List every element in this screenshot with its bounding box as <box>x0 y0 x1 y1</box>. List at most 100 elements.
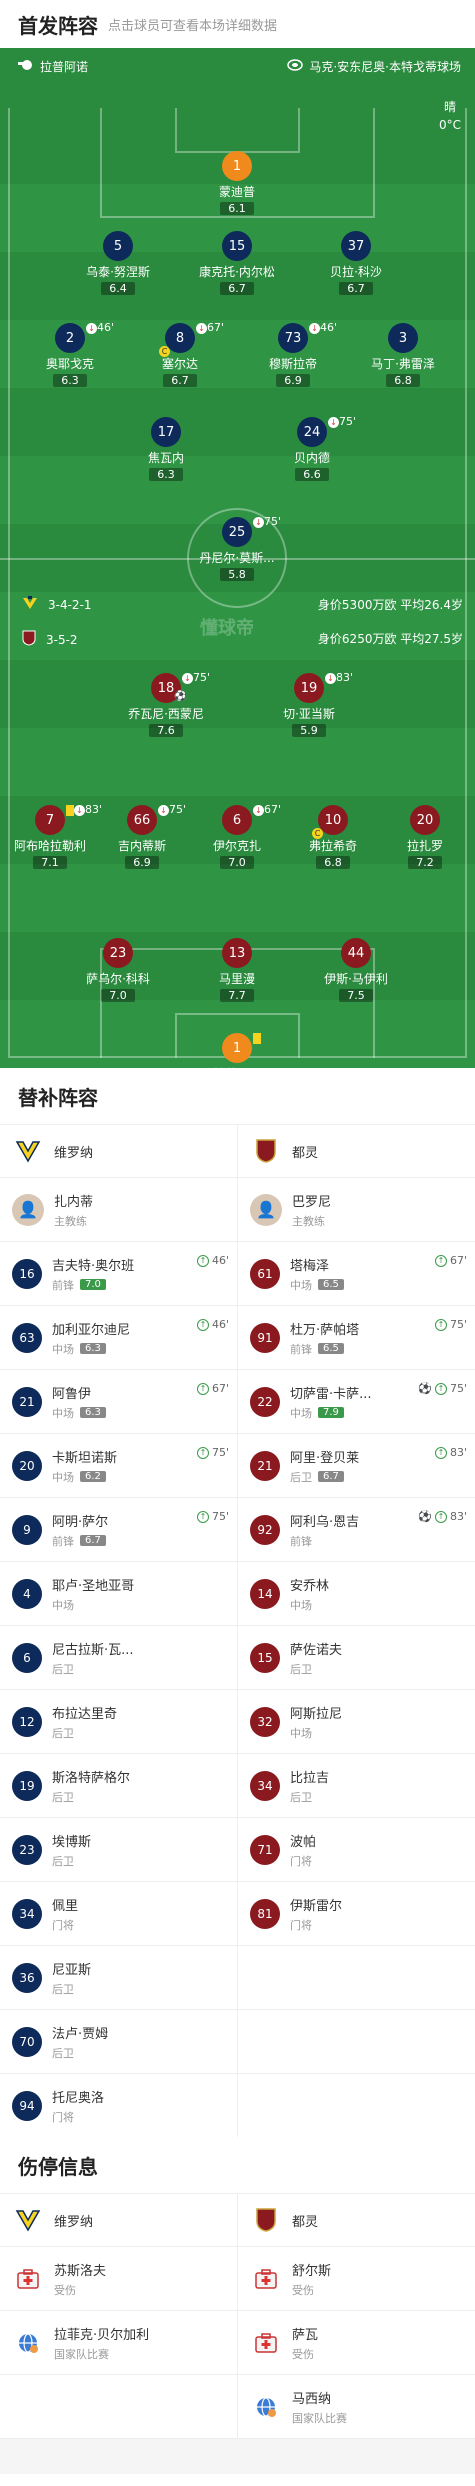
player-name: 阿布哈拉勒利 <box>13 839 86 853</box>
injured-player[interactable]: 马西纳 国家队比赛 <box>237 2375 475 2438</box>
player-rating: 7.0 <box>101 989 135 1002</box>
sub-player[interactable]: 21 阿鲁伊 中场 6.3 ↑ 67' <box>0 1370 237 1433</box>
player-position: 中场 <box>52 1342 74 1356</box>
sub-player[interactable]: 23 埃博斯 后卫 <box>0 1818 237 1881</box>
player-name: 佩里 <box>52 1898 79 1914</box>
home-player[interactable]: 37 贝拉·科沙 6.7 <box>296 231 416 295</box>
sub-event: ↑ 67' <box>434 1254 467 1267</box>
player-event: ↓ 46' <box>309 321 337 334</box>
sub-event: ↑ 67' <box>196 1382 229 1395</box>
player-rating: 7.7 <box>220 989 254 1002</box>
injured-player[interactable]: 苏斯洛夫 受伤 <box>0 2247 237 2310</box>
sub-player[interactable]: 32 阿斯拉尼 中场 <box>237 1690 475 1753</box>
sub-player[interactable]: 21 阿里·登贝莱 后卫 6.7 ↑ 83' <box>237 1434 475 1497</box>
subs-home-team[interactable]: 维罗纳 <box>0 1125 237 1177</box>
subs-row: 21 阿鲁伊 中场 6.3 ↑ 67' 22 切萨雷·卡萨... 中场 7.9 ⚽ ↑ 75' <box>0 1369 475 1433</box>
player-number: 17 <box>151 417 181 447</box>
home-player[interactable]: 1 蒙迪普 6.1 <box>177 151 297 215</box>
home-coach[interactable]: 👤 扎内蒂 主教练 <box>0 1178 237 1241</box>
sub-player[interactable]: 14 安乔林 中场 <box>237 1562 475 1625</box>
home-player[interactable]: 17 焦瓦内 6.3 <box>106 417 226 481</box>
sub-player[interactable]: 94 托尼奥洛 门将 <box>0 2074 237 2137</box>
sub-player[interactable]: 81 伊斯雷尔 门将 <box>237 1882 475 1945</box>
player-number: 94 <box>12 2090 42 2121</box>
sub-event: ↑ 46' <box>196 1254 229 1267</box>
away-player[interactable]: 1帕莱亚里6.9 <box>177 1032 297 1068</box>
sub-out-icon: ↓ <box>182 672 193 684</box>
away-player[interactable]: 20 拉扎罗 7.2 <box>365 805 475 869</box>
player-rating: 7.0 <box>220 856 254 869</box>
injuries-away-team[interactable]: 都灵 <box>237 2194 475 2246</box>
player-position: 后卫 <box>52 1790 74 1804</box>
home-player[interactable]: 15 康克托·内尔松 6.7 <box>177 231 297 295</box>
sub-player[interactable]: 71 波帕 门将 <box>237 1818 475 1881</box>
home-player[interactable]: 3 马丁·弗雷泽 6.8 <box>343 323 463 387</box>
home-player[interactable]: 24 ↓ 75' 贝内德 6.6 <box>252 415 372 481</box>
sub-player[interactable]: 19 斯洛特萨格尔 后卫 <box>0 1754 237 1817</box>
player-number: 9 <box>12 1514 42 1545</box>
away-coach[interactable]: 👤 巴罗尼 主教练 <box>237 1178 475 1241</box>
away-player[interactable]: 18 ↓ 75' ⚽ 乔瓦尼·西蒙尼 7.6 <box>106 671 226 737</box>
player-number: 23 <box>12 1834 42 1865</box>
sub-player[interactable]: 36 尼亚斯 后卫 <box>0 1946 237 2009</box>
player-event: ↓ 46' <box>86 321 114 334</box>
player-rating: 6.7 <box>318 1471 344 1482</box>
away-player[interactable]: 23 萨乌尔·科科 7.0 <box>58 938 178 1002</box>
sub-player[interactable]: 15 萨佐诺夫 后卫 <box>237 1626 475 1689</box>
empty-cell <box>237 2010 475 2073</box>
player-rating: 6.2 <box>80 1471 106 1482</box>
event-minute: 46' <box>211 1318 229 1331</box>
home-player[interactable]: 73 ↓ 46' 穆斯拉帝 6.9 <box>233 321 353 387</box>
sub-player[interactable]: 4 耶卢·圣地亚哥 中场 <box>0 1562 237 1625</box>
sub-player[interactable]: 20 卡斯坦诺斯 中场 6.2 ↑ 75' <box>0 1434 237 1497</box>
player-number: 1 <box>222 1033 252 1063</box>
player-number: 25 <box>222 517 252 547</box>
home-player[interactable]: 8 C ↓ 67' 塞尔达 6.7 <box>120 321 240 387</box>
away-player[interactable]: 13 马里漫 7.7 <box>177 938 297 1002</box>
player-name: 吉内蒂斯 <box>117 839 166 853</box>
sub-player[interactable]: 34 比拉吉 后卫 <box>237 1754 475 1817</box>
watermark: 懂球帝 <box>200 618 254 639</box>
sub-player[interactable]: 92 阿利乌·恩吉 前锋 ⚽ ↑ 83' <box>237 1498 475 1561</box>
injured-player[interactable]: 萨瓦 受伤 <box>237 2311 475 2374</box>
away-player[interactable]: 19 ↓ 83' 切·亚当斯 5.9 <box>249 671 369 737</box>
injured-player[interactable]: 舒尔斯 受伤 <box>237 2247 475 2310</box>
subs-away-team[interactable]: 都灵 <box>237 1125 475 1177</box>
sub-player[interactable]: 22 切萨雷·卡萨... 中场 7.9 ⚽ ↑ 75' <box>237 1370 475 1433</box>
home-player[interactable]: 5 乌泰·努涅斯 6.4 <box>58 231 178 295</box>
player-number: 63 <box>12 1322 42 1353</box>
injuries-home-team[interactable]: 维罗纳 <box>0 2194 237 2246</box>
sub-player[interactable]: 12 布拉达里奇 后卫 <box>0 1690 237 1753</box>
home-formation-value: 3-4-2-1 <box>48 597 92 612</box>
player-name: 伊斯雷尔 <box>290 1898 343 1914</box>
player-rating: 6.9 <box>276 374 310 387</box>
player-name: 乔瓦尼·西蒙尼 <box>128 707 204 721</box>
sub-player[interactable]: 16 吉夫特·奥尔班 前锋 7.0 ↑ 46' <box>0 1242 237 1305</box>
player-position: 中场 <box>52 1598 74 1612</box>
sub-player[interactable]: 63 加利亚尔迪尼 中场 6.3 ↑ 46' <box>0 1306 237 1369</box>
sub-player[interactable]: 6 尼古拉斯·瓦... 后卫 <box>0 1626 237 1689</box>
sub-player[interactable]: 9 阿明·萨尔 前锋 6.7 ↑ 75' <box>0 1498 237 1561</box>
page-footer <box>0 2438 475 2474</box>
home-player[interactable]: 25 ↓ 75' 丹尼尔·莫斯... 5.8 <box>177 515 297 581</box>
player-position: 后卫 <box>52 1726 74 1740</box>
player-name: 塔梅泽 <box>290 1258 330 1274</box>
sub-player[interactable]: 70 法卢·贾姆 后卫 <box>0 2010 237 2073</box>
subs-row: 12 布拉达里奇 后卫 32 阿斯拉尼 中场 <box>0 1689 475 1753</box>
stadium-icon <box>287 59 304 74</box>
player-position: 中场 <box>290 1406 312 1420</box>
event-minute: 83' <box>336 671 354 684</box>
sub-player[interactable]: 34 佩里 门将 <box>0 1882 237 1945</box>
player-rating: 6.3 <box>80 1343 106 1354</box>
player-position: 前锋 <box>290 1534 312 1548</box>
player-name: 杜万·萨帕塔 <box>290 1322 360 1338</box>
home-player[interactable]: 2 ↓ 46' 奥耶戈克 6.3 <box>10 321 130 387</box>
injured-player[interactable]: 拉菲克·贝尔加利 国家队比赛 <box>0 2311 237 2374</box>
sub-out-icon: ↓ <box>309 322 320 334</box>
player-number: 92 <box>250 1514 280 1545</box>
player-position: 中场 <box>290 1598 312 1612</box>
away-player[interactable]: 44 伊斯·马伊利 7.5 <box>296 938 416 1002</box>
sub-player[interactable]: 61 塔梅泽 中场 6.5 ↑ 67' <box>237 1242 475 1305</box>
player-rating: 6.8 <box>316 856 350 869</box>
sub-player[interactable]: 91 杜万·萨帕塔 前锋 6.5 ↑ 75' <box>237 1306 475 1369</box>
